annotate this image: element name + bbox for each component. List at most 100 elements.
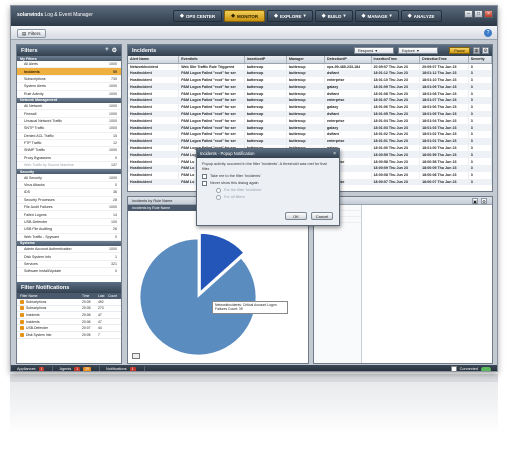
connection-toggle[interactable]: [481, 366, 491, 371]
filter-item[interactable]: Denied ACL Traffic 15: [17, 133, 121, 140]
nav-manage[interactable]: ◆ MANAGE ▾: [354, 10, 399, 22]
nav-monitor[interactable]: ◆ MONITOR: [224, 10, 266, 22]
filters-button[interactable]: ▤ Filters: [17, 29, 46, 38]
filter-item[interactable]: Security Processes 28: [17, 197, 121, 205]
col-filter-name[interactable]: Filter Name: [20, 294, 82, 298]
pause-button[interactable]: Pause: [449, 47, 470, 54]
for-all-option[interactable]: For all filters: [216, 195, 334, 200]
table-row[interactable]: HostIncidentPAM Logon Failed "root" for …: [128, 83, 492, 91]
close-icon[interactable]: ×: [333, 151, 336, 157]
table-row[interactable]: NetworkIncident Web Site Traffic Rule Tri…: [128, 63, 492, 70]
filter-item[interactable]: Virus Attacks 0: [17, 182, 121, 190]
take-me-option[interactable]: Take me to the filter 'Incidents': [202, 174, 334, 179]
nav-build[interactable]: ◆ BUILD ▾: [314, 10, 353, 22]
filter-item[interactable]: Rule Activity 1000: [17, 91, 121, 98]
column-header[interactable]: Alert Name: [128, 56, 180, 64]
table-row[interactable]: HostIncidentPAM Logon Failed "root" for …: [128, 137, 492, 145]
filter-item[interactable]: USB-Defender 100: [17, 219, 121, 227]
table-row[interactable]: HostIncidentPAM Logon Failed "root" for …: [128, 130, 492, 138]
filter-item[interactable]: File Audit Failures 1000: [17, 204, 121, 212]
filter-item[interactable]: Disk System Info 1: [17, 253, 121, 261]
filter-item[interactable]: IDS 36: [17, 189, 121, 197]
for-all-radio[interactable]: [216, 195, 221, 200]
column-header[interactable]: EventInfo: [178, 56, 245, 64]
column-header[interactable]: DetectionIP: [324, 56, 372, 64]
notification-row[interactable]: Disk System Info 20:05 7: [17, 332, 121, 339]
cancel-button[interactable]: Cancel: [311, 212, 333, 220]
explore-select[interactable]: Explore ▾: [398, 47, 438, 54]
filter-item[interactable]: SNTP Traffic 1000: [17, 125, 121, 133]
filter-item[interactable]: Web Traffic by Source Machine 137: [17, 162, 121, 170]
filter-item[interactable]: Failed Logons 14: [17, 211, 121, 219]
gear-icon[interactable]: ⚙: [112, 47, 117, 54]
gear-icon[interactable]: ⚙: [481, 198, 487, 204]
help-icon[interactable]: ?: [484, 29, 492, 37]
view-toggle-icon[interactable]: ▦: [473, 47, 480, 54]
close-icon[interactable]: ×: [484, 10, 493, 18]
gear-icon[interactable]: ⚙: [482, 47, 489, 54]
detail-tab[interactable]: Details ▣ ⚙: [314, 197, 492, 205]
table-row[interactable]: HostIncidentPAM Logon Failed "root" for …: [128, 124, 492, 131]
table-row[interactable]: HostIncidentPAM Logon Failed "root" for …: [128, 69, 492, 77]
table-row[interactable]: HostIncidentPAM Logon Failed "root" for …: [128, 110, 492, 118]
filter-item[interactable]: Web Traffic - Spyware 0: [17, 234, 121, 241]
table-row[interactable]: HostIncidentPAM Logon Failed "root" for …: [128, 96, 492, 104]
never-show-option[interactable]: Never show this dialog again: [202, 181, 334, 186]
filter-item[interactable]: Incidents 50: [17, 68, 121, 76]
ok-button[interactable]: OK: [285, 212, 307, 220]
col-time[interactable]: Time: [82, 294, 98, 298]
filter-item[interactable]: USB File Auditing 26: [17, 226, 121, 234]
nav-ops-center[interactable]: ◆ OPS CENTER: [173, 10, 223, 22]
filter-item[interactable]: All Alerts 1000: [17, 61, 121, 69]
table-cell: HostIncident: [128, 117, 180, 125]
agents-status[interactable]: Agents 1 29: [59, 366, 100, 371]
notifications-status[interactable]: Notifications 1: [106, 366, 145, 371]
filter-item[interactable]: Firewall 1000: [17, 110, 121, 118]
filter-item[interactable]: Admin Account Authentication 1000: [17, 246, 121, 254]
table-row[interactable]: HostIncidentPAM Logon Failed "root" for …: [128, 103, 492, 111]
notification-row[interactable]: Incidents 20:06 47: [17, 319, 121, 326]
notification-row[interactable]: Subscriptions 20:05 273: [17, 306, 121, 313]
filter-item[interactable]: Unusual Network Traffic 1000: [17, 118, 121, 126]
table-row[interactable]: HostIncidentPAM Logon Failed "root" for …: [128, 117, 492, 125]
respond-select[interactable]: Respond ▾: [354, 47, 394, 54]
filter-item-count: 1000: [109, 84, 117, 89]
take-me-checkbox[interactable]: [202, 174, 207, 179]
notification-row[interactable]: Subscriptions 20:05 492: [17, 299, 121, 306]
table-row[interactable]: HostIncidentPAM Logon Failed "root" for …: [128, 90, 492, 97]
filter-item[interactable]: Subscriptions 730: [17, 76, 121, 84]
filter-item[interactable]: FTP Traffic 12: [17, 140, 121, 148]
filter-item-label: Firewall: [24, 111, 37, 116]
minimize-icon[interactable]: –: [464, 10, 473, 18]
for-filter-option[interactable]: For the filter 'Incidents': [216, 188, 334, 193]
never-show-checkbox[interactable]: [202, 181, 207, 186]
table-row[interactable]: HostIncidentPAM Logon Failed "root" for …: [128, 76, 492, 84]
maximize-icon[interactable]: □: [474, 10, 483, 18]
column-header[interactable]: InsertionTime: [371, 56, 421, 64]
appliances-status[interactable]: Appliances 1: [17, 366, 54, 371]
column-header[interactable]: Manager: [286, 56, 326, 64]
filter-item[interactable]: System Alerts 1000: [17, 83, 121, 91]
column-header[interactable]: InsertionIP: [244, 56, 287, 64]
filter-item[interactable]: Services 321: [17, 261, 121, 269]
column-header[interactable]: DetectionTime: [419, 56, 469, 64]
column-header[interactable]: Severity: [468, 56, 492, 64]
filter-notifications-rows: Subscriptions 20:05 492 Subscriptions 20:05 2…: [17, 299, 121, 339]
for-filter-radio[interactable]: [216, 188, 221, 193]
notification-row[interactable]: Incidents 20:06 47: [17, 312, 121, 319]
col-count[interactable]: Count: [108, 294, 118, 298]
notification-row[interactable]: USB-Defender 20:07 44: [17, 325, 121, 332]
incidents-pie-chart[interactable]: [128, 211, 309, 361]
app-window: solarwinds Log & Event Manager ◆ OPS CENT…: [10, 5, 498, 372]
filter-item[interactable]: Software Install/Update 0: [17, 268, 121, 276]
filter-item[interactable]: Proxy Bypassers 0: [17, 155, 121, 163]
col-last[interactable]: Last: [98, 294, 108, 298]
nav-analyze[interactable]: ◆ ANALYZE: [400, 10, 442, 22]
expand-icon[interactable]: ▣: [472, 198, 478, 204]
chart-settings-icon[interactable]: [132, 353, 140, 359]
filter-item[interactable]: All Security 1000: [17, 174, 121, 182]
add-filter-icon[interactable]: +: [105, 47, 109, 54]
filter-item[interactable]: All Network 1000: [17, 103, 121, 111]
nav-explore[interactable]: ◆ EXPLORE ▾: [267, 10, 313, 22]
filter-item[interactable]: SNMP Traffic 1000: [17, 147, 121, 155]
